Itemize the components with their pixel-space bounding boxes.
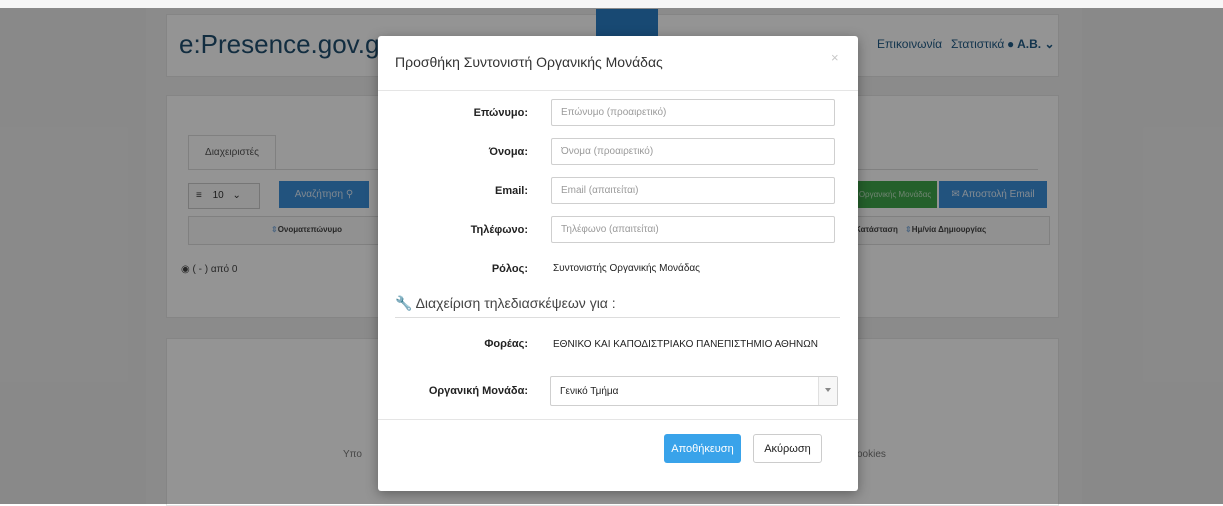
org-unit-label: Οργανική Μονάδα: <box>428 385 528 397</box>
org-unit-select[interactable]: Γενικό Τμήμα <box>550 376 838 406</box>
institution-label: Φορέας: <box>484 338 528 350</box>
modal-header-divider <box>378 90 858 91</box>
add-coordinator-modal: Προσθήκη Συντονιστή Οργανικής Μονάδας × … <box>378 36 858 491</box>
name-input[interactable] <box>551 138 835 165</box>
modal-title: Προσθήκη Συντονιστή Οργανικής Μονάδας <box>395 54 663 70</box>
phone-label: Τηλέφωνο: <box>470 224 528 236</box>
save-button[interactable]: Αποθήκευση <box>664 434 741 463</box>
org-unit-selected: Γενικό Τμήμα <box>560 386 619 397</box>
cancel-button[interactable]: Ακύρωση <box>753 434 822 463</box>
email-input[interactable] <box>551 177 835 204</box>
conference-management-heading: 🔧 Διαχείριση τηλεδιασκέψεων για : <box>395 295 616 312</box>
email-label: Email: <box>494 185 528 197</box>
surname-label: Επώνυμο: <box>473 107 528 119</box>
modal-footer-divider <box>378 419 858 420</box>
role-value: Συντονιστής Οργανικής Μονάδας <box>553 263 700 274</box>
institution-value: ΕΘΝΙΚΟ ΚΑΙ ΚΑΠΟΔΙΣΤΡΙΑΚΟ ΠΑΝΕΠΙΣΤΗΜΙΟ ΑΘ… <box>553 339 818 350</box>
conference-management-title: Διαχείριση τηλεδιασκέψεων για : <box>415 295 616 311</box>
role-label: Ρόλος: <box>491 263 528 275</box>
surname-input[interactable] <box>551 99 835 126</box>
chevron-down-icon[interactable] <box>818 377 837 405</box>
phone-input[interactable] <box>551 216 835 243</box>
close-icon[interactable]: × <box>831 50 839 65</box>
section-divider <box>395 317 840 318</box>
name-label: Όνομα: <box>488 146 528 158</box>
wrench-icon: 🔧 <box>395 295 413 311</box>
